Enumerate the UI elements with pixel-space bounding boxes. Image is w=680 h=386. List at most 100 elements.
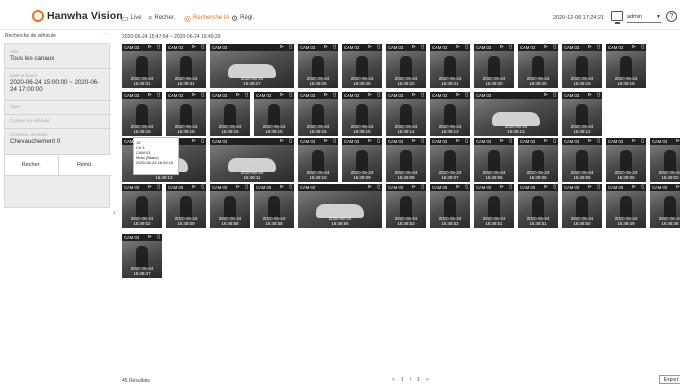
bookmark-icon[interactable]: ▯: [465, 184, 468, 190]
result-thumbnail[interactable]: CAM 03 ⊳ ▯ 2020-06-24 16:49:20: [518, 44, 558, 88]
result-thumbnail[interactable]: CAM 03 ⊳ ▯ 2020-06-24 16:49:16: [210, 92, 250, 136]
result-thumbnail[interactable]: CAM 03 ⊳ ▯ 2020-06-24 16:48:50: [562, 184, 602, 228]
play-icon[interactable]: ⊳: [192, 184, 196, 190]
bookmark-icon[interactable]: ▯: [245, 92, 248, 98]
result-thumbnail[interactable]: CAM 03 ⊳ ▯ 2020-06-24 16:49:11: [210, 138, 294, 182]
play-icon[interactable]: ⊳: [236, 184, 240, 190]
play-icon[interactable]: ⊳: [280, 92, 284, 98]
play-icon[interactable]: ⊳: [544, 92, 548, 98]
play-icon[interactable]: ⊳: [280, 44, 284, 50]
result-thumbnail[interactable]: CAM 03 ⊳ ▯ 2020-06-24 16:48:53: [386, 184, 426, 228]
play-icon[interactable]: ⊳: [500, 184, 504, 190]
result-thumbnail[interactable]: CAM 03 ⊳ ▯ 2020-06-24 16:49:05: [518, 138, 558, 182]
play-icon[interactable]: ⊳: [588, 44, 592, 50]
search-button[interactable]: Recher.: [5, 155, 58, 175]
result-thumbnail[interactable]: CAM 03 ⊳ ▯ 2020-06-24 16:49:02: [122, 184, 162, 228]
play-icon[interactable]: ⊳: [324, 44, 328, 50]
bookmark-icon[interactable]: ▯: [597, 92, 600, 98]
next-page-button[interactable]: >: [426, 377, 429, 383]
bookmark-icon[interactable]: ▯: [157, 234, 160, 240]
play-icon[interactable]: ⊳: [588, 92, 592, 98]
bookmark-icon[interactable]: ▯: [509, 44, 512, 50]
bookmark-icon[interactable]: ▯: [509, 184, 512, 190]
result-thumbnail[interactable]: CAM 03 ⊳ ▯ 2020-06-24 16:49:19: [606, 44, 646, 88]
result-thumbnail[interactable]: CAM 03 ⊳ ▯ 2020-06-24 16:49:21: [430, 44, 470, 88]
more-icon[interactable]: ···: [103, 31, 109, 37]
reset-button[interactable]: Réinit.: [57, 155, 112, 175]
bookmark-icon[interactable]: ▯: [377, 138, 380, 144]
bookmark-icon[interactable]: ▯: [333, 138, 336, 144]
result-thumbnail[interactable]: CAM 03 ⊳ ▯ 2020-06-24 16:49:19: [562, 44, 602, 88]
play-icon[interactable]: ⊳: [368, 138, 372, 144]
play-icon[interactable]: ⊳: [456, 138, 460, 144]
bookmark-icon[interactable]: ▯: [289, 44, 292, 50]
result-thumbnail[interactable]: CAM 03 ⊳ ▯ 2020-06-24 16:48:49: [606, 184, 646, 228]
play-icon[interactable]: ⊳: [368, 92, 372, 98]
bookmark-icon[interactable]: ▯: [289, 184, 292, 190]
result-thumbnail[interactable]: CAM 03 ⊳ ▯ 2020-06-24 16:49:00: [166, 184, 206, 228]
play-icon[interactable]: ⊳: [412, 92, 416, 98]
bookmark-icon[interactable]: ▯: [509, 138, 512, 144]
play-icon[interactable]: ⊳: [192, 44, 196, 50]
play-icon[interactable]: ⊳: [412, 44, 416, 50]
result-thumbnail[interactable]: CAM 03 ⊳ ▯ 2020-06-24 16:49:06: [474, 138, 514, 182]
prev-page-button[interactable]: <: [392, 377, 395, 383]
bookmark-icon[interactable]: ▯: [201, 138, 204, 144]
result-thumbnail[interactable]: CAM 03 ⊳ ▯ 2020-06-24 16:49:22: [386, 44, 426, 88]
play-icon[interactable]: ⊳: [412, 138, 416, 144]
result-thumbnail[interactable]: CAM 03 ⊳ ▯ 2020-06-24 16:49:10: [298, 138, 338, 182]
play-icon[interactable]: ⊳: [368, 44, 372, 50]
play-icon[interactable]: ⊳: [148, 184, 152, 190]
play-icon[interactable]: ⊳: [456, 184, 460, 190]
result-thumbnail[interactable]: CAM 03 ⊳ ▯ 2020-06-24 16:49:13: [474, 92, 558, 136]
nav-settings[interactable]: ⚙ Régl.: [231, 12, 254, 24]
bookmark-icon[interactable]: ▯: [157, 44, 160, 50]
play-icon[interactable]: ⊳: [676, 184, 680, 190]
play-icon[interactable]: ⊳: [192, 92, 196, 98]
play-icon[interactable]: ⊳: [632, 184, 636, 190]
result-thumbnail[interactable]: CAM 03 ⊳ ▯ 2020-06-24 16:49:15: [342, 92, 382, 136]
play-icon[interactable]: ⊳: [588, 184, 592, 190]
result-thumbnail[interactable]: CAM 03 ⊳ ▯ 2020-06-24 16:49:09: [342, 138, 382, 182]
result-thumbnail[interactable]: CAM 03 ⊳ ▯ 2020-06-24 16:49:26: [342, 44, 382, 88]
result-thumbnail[interactable]: CAM 03 ⊳ ▯ 2020-06-24 16:48:51: [518, 184, 558, 228]
result-thumbnail[interactable]: CAM 03 ⊳ ▯ 2020-06-24 16:49:08: [386, 138, 426, 182]
result-thumbnail[interactable]: CAM 03 ⊳ ▯ 2020-06-24 16:49:26: [298, 44, 338, 88]
result-thumbnail[interactable]: CAM 03⊳▯2020-06-2416:48:48: [650, 184, 680, 228]
bookmark-icon[interactable]: ▯: [597, 138, 600, 144]
play-icon[interactable]: ⊳: [236, 92, 240, 98]
result-thumbnail[interactable]: CAM 03 ⊳ ▯ 2020-06-24 16:48:51: [474, 184, 514, 228]
play-icon[interactable]: ⊳: [412, 184, 416, 190]
play-icon[interactable]: ⊳: [544, 44, 548, 50]
result-thumbnail[interactable]: CAM 03 ⊳ ▯ 2020-06-2416:49:12: [562, 92, 602, 136]
bookmark-icon[interactable]: ▯: [201, 184, 204, 190]
bookmark-icon[interactable]: ▯: [641, 138, 644, 144]
bookmark-icon[interactable]: ▯: [377, 44, 380, 50]
play-icon[interactable]: ⊳: [368, 184, 372, 190]
bookmark-icon[interactable]: ▯: [157, 92, 160, 98]
play-icon[interactable]: ⊳: [148, 92, 152, 98]
bookmark-icon[interactable]: ▯: [333, 92, 336, 98]
bookmark-icon[interactable]: ▯: [597, 44, 600, 50]
bookmark-icon[interactable]: ▯: [465, 138, 468, 144]
bookmark-icon[interactable]: ▯: [333, 44, 336, 50]
play-icon[interactable]: ⊳: [148, 234, 152, 240]
bookmark-icon[interactable]: ▯: [641, 184, 644, 190]
play-icon[interactable]: ⊳: [500, 138, 504, 144]
nav-live[interactable]: ▭ Live: [121, 12, 142, 24]
bookmark-icon[interactable]: ▯: [201, 44, 204, 50]
result-thumbnail[interactable]: CAM 03 ⊳ ▯ 2020-06-24 16:49:07: [430, 138, 470, 182]
bookmark-icon[interactable]: ▯: [289, 138, 292, 144]
result-thumbnail[interactable]: CAM 03 ⊳ ▯ 2020-06-24 16:49:14: [386, 92, 426, 136]
play-icon[interactable]: ⊳: [324, 138, 328, 144]
bookmark-icon[interactable]: ▯: [641, 44, 644, 50]
play-icon[interactable]: ⊳: [632, 138, 636, 144]
play-icon[interactable]: ⊳: [632, 44, 636, 50]
result-thumbnail[interactable]: CAM 03⊳▯2020-06-2416:49:03: [650, 138, 680, 182]
help-icon[interactable]: ?: [666, 11, 677, 22]
filter-datetime[interactable]: Date et heure 2020-06-24 15:00:00 ~ 2020…: [5, 73, 105, 93]
filter-type[interactable]: Type: [5, 104, 111, 109]
play-icon[interactable]: ⊳: [676, 138, 680, 144]
play-icon[interactable]: ⊳: [456, 92, 460, 98]
result-thumbnail[interactable]: CAM 03 ⊳ ▯ 2020-06-24 16:49:20: [474, 44, 514, 88]
